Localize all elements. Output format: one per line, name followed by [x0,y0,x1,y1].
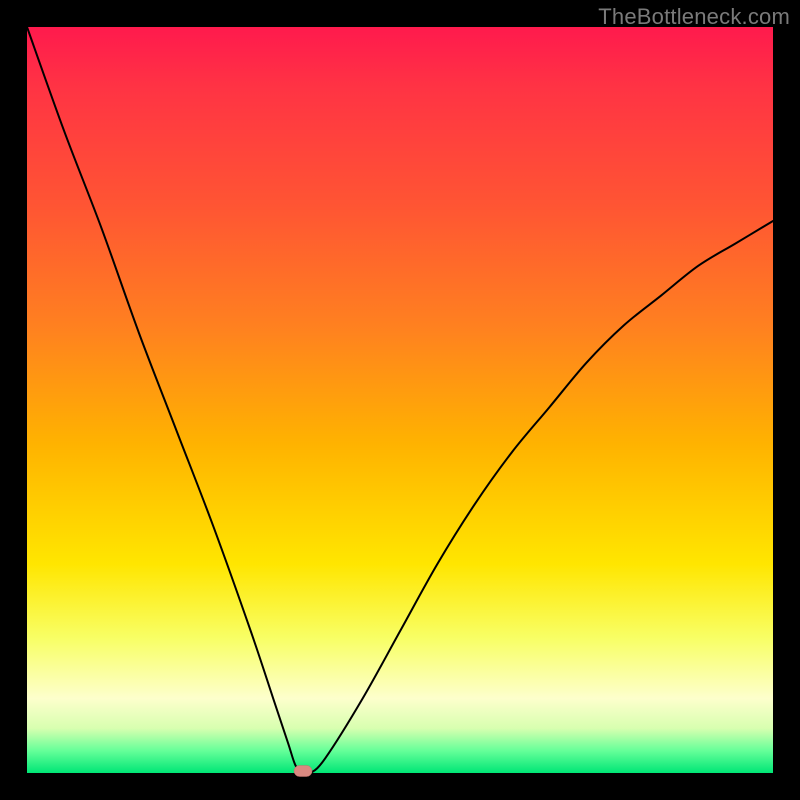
chart-frame: TheBottleneck.com [0,0,800,800]
plot-area [27,27,773,773]
optimal-marker [294,766,312,777]
bottleneck-curve [27,27,773,774]
curve-layer [27,27,773,773]
